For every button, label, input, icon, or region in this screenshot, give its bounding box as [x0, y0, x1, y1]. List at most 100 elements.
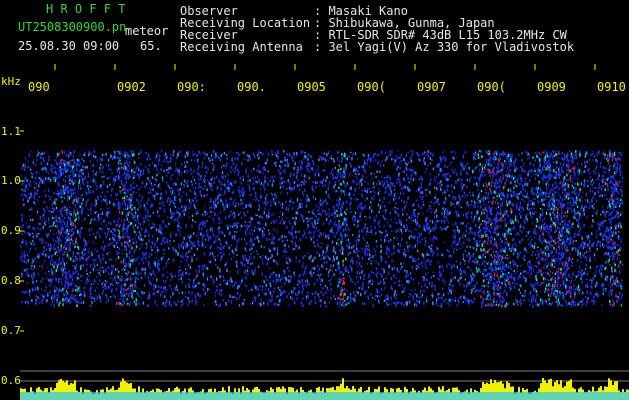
- noise-pixel: [304, 254, 306, 257]
- noise-pixel: [275, 165, 277, 167]
- noise-pixel: [379, 170, 381, 173]
- noise-pixel: [116, 268, 119, 271]
- noise-pixel: [372, 197, 375, 201]
- noise-pixel: [343, 228, 345, 232]
- noise-pixel: [177, 252, 179, 256]
- noise-pixel: [155, 228, 158, 232]
- noise-pixel: [329, 258, 331, 261]
- noise-pixel: [185, 284, 187, 288]
- noise-pixel: [189, 244, 191, 247]
- noise-pixel: [122, 235, 124, 239]
- noise-pixel: [350, 151, 352, 154]
- noise-pixel: [177, 299, 180, 304]
- noise-pixel: [366, 162, 369, 165]
- noise-pixel: [90, 219, 92, 222]
- noise-pixel: [125, 213, 128, 218]
- noise-pixel: [41, 294, 44, 297]
- noise-pixel: [330, 292, 332, 295]
- noise-pixel: [270, 200, 272, 204]
- noise-pixel: [207, 157, 210, 160]
- noise-pixel: [301, 265, 304, 268]
- noise-pixel: [143, 220, 145, 223]
- noise-pixel: [416, 239, 419, 243]
- noise-pixel: [433, 251, 435, 254]
- noise-pixel: [178, 215, 180, 218]
- noise-pixel: [37, 273, 40, 277]
- noise-pixel: [364, 198, 366, 202]
- noise-pixel: [233, 211, 235, 214]
- noise-pixel: [406, 213, 409, 216]
- noise-pixel: [28, 183, 30, 187]
- noise-pixel: [317, 181, 319, 184]
- noise-pixel: [318, 229, 320, 232]
- noise-pixel: [202, 151, 205, 154]
- noise-pixel: [152, 235, 154, 239]
- noise-pixel: [400, 223, 403, 227]
- noise-pixel: [111, 283, 114, 286]
- noise-pixel: [115, 175, 118, 179]
- noise-pixel: [371, 204, 373, 207]
- noise-pixel: [21, 217, 24, 220]
- noise-pixel: [40, 293, 43, 296]
- noise-pixel: [329, 268, 331, 272]
- noise-pixel: [74, 255, 77, 258]
- noise-pixel: [317, 293, 319, 296]
- noise-pixel: [41, 237, 43, 242]
- noise-pixel: [342, 204, 344, 207]
- noise-pixel: [373, 260, 376, 262]
- noise-pixel: [306, 279, 309, 283]
- noise-pixel: [104, 280, 107, 282]
- noise-pixel: [102, 165, 104, 169]
- noise-pixel: [374, 219, 376, 222]
- noise-pixel: [61, 150, 63, 154]
- noise-pixel: [328, 270, 330, 274]
- noise-pixel: [46, 299, 48, 302]
- noise-pixel: [108, 183, 111, 186]
- noise-pixel: [215, 277, 218, 281]
- noise-pixel: [41, 180, 43, 184]
- noise-pixel: [323, 162, 326, 165]
- noise-pixel: [47, 195, 50, 198]
- noise-pixel: [416, 294, 418, 298]
- noise-pixel: [345, 221, 347, 224]
- noise-pixel: [21, 300, 23, 303]
- noise-pixel: [308, 271, 311, 274]
- noise-pixel: [380, 205, 382, 207]
- noise-pixel: [239, 180, 241, 183]
- noise-pixel: [107, 298, 109, 302]
- noise-pixel: [367, 182, 369, 186]
- noise-pixel: [354, 152, 357, 155]
- noise-pixel: [125, 293, 128, 295]
- noise-pixel: [235, 222, 238, 226]
- noise-pixel: [166, 168, 168, 171]
- noise-pixel: [415, 174, 417, 177]
- noise-pixel: [410, 156, 412, 159]
- noise-pixel: [130, 199, 133, 202]
- noise-pixel: [255, 249, 258, 253]
- noise-pixel: [430, 259, 432, 264]
- noise-pixel: [162, 160, 164, 163]
- noise-pixel: [316, 243, 319, 247]
- noise-pixel: [175, 182, 177, 186]
- noise-pixel: [293, 201, 295, 204]
- noise-pixel: [55, 173, 58, 175]
- noise-pixel: [198, 282, 200, 285]
- noise-pixel: [55, 198, 57, 201]
- noise-pixel: [432, 238, 434, 241]
- noise-pixel: [403, 177, 406, 182]
- noise-pixel: [30, 150, 33, 153]
- noise-pixel: [252, 272, 255, 276]
- noise-pixel: [161, 226, 163, 230]
- noise-pixel: [376, 170, 378, 173]
- noise-pixel: [370, 260, 372, 262]
- noise-pixel: [211, 188, 213, 192]
- noise-pixel: [327, 193, 330, 197]
- noise-pixel: [147, 198, 150, 202]
- noise-pixel: [364, 181, 367, 183]
- noise-pixel: [183, 209, 185, 212]
- noise-pixel: [89, 271, 92, 274]
- noise-pixel: [276, 252, 279, 256]
- noise-pixel: [105, 236, 108, 239]
- noise-pixel: [26, 187, 29, 191]
- noise-pixel: [139, 194, 141, 197]
